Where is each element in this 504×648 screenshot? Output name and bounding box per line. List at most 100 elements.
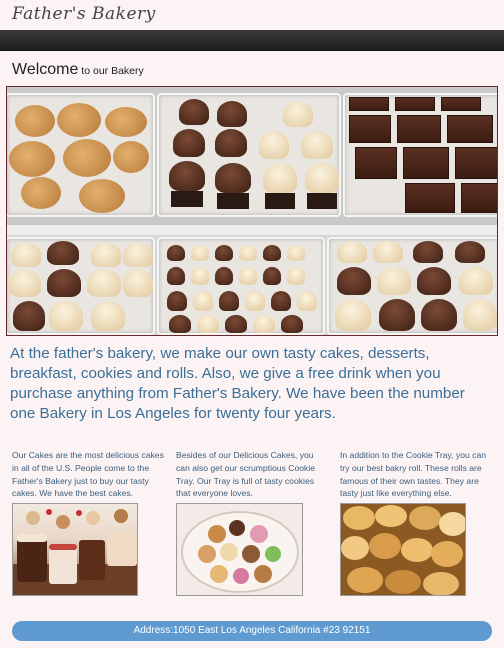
cookie-tray-description: Besides of our Delicious Cakes, you can … [176,450,316,499]
cookie [63,139,111,177]
bread-roll [431,541,463,567]
mini-cupcake-tray [157,237,325,335]
cookie [57,103,101,137]
bread-roll [369,533,401,559]
cupcake [179,99,209,125]
cookie [208,525,226,543]
cupcake [377,267,411,295]
brownie [461,183,497,213]
cupcake [283,101,313,127]
site-logo[interactable]: Father's Bakery [12,4,156,24]
bread-roll [375,505,407,527]
cupcake [91,243,121,267]
cupcake [239,245,257,261]
page-title: Welcome to our Bakery [12,61,144,79]
cupcake [91,301,125,331]
cookie [105,107,147,137]
cake [107,532,137,566]
cookie [79,179,125,213]
cupcake [263,163,297,193]
cupcake [337,267,371,295]
cupcake [87,269,121,297]
cookie [9,141,55,177]
bread-roll [439,512,465,536]
cake [17,538,47,582]
cupcake [167,267,185,285]
brownie [397,115,441,143]
cakes-illustration [13,509,137,595]
cookie [210,565,228,583]
cupcake-top [56,515,70,529]
cupcake [49,301,83,331]
cupcake [253,315,275,333]
cupcake [13,301,45,331]
cupcake [459,267,493,295]
cookie [242,545,260,563]
cake-topping [49,544,77,550]
brownie [395,97,435,111]
rolls-image [340,503,466,596]
brownie [355,147,397,179]
cupcake [297,291,317,311]
header: Father's Bakery [0,0,504,30]
bread-roll [409,506,441,530]
cake [49,546,77,584]
cupcake [263,245,281,261]
navigation-bar [0,30,504,51]
cupcake-liner [307,193,337,209]
cupcake [11,243,41,267]
cookie-tray [7,93,155,217]
cookie-tray-image [176,503,303,596]
cookie [15,105,55,137]
brownie [349,97,389,111]
cupcake [421,299,457,331]
cupcake [455,241,485,263]
cake [79,540,105,580]
cupcake-top [26,511,40,525]
cupcake [413,241,443,263]
cupcake [287,267,305,285]
cupcake [215,163,251,193]
welcome-title: Welcome [12,61,79,78]
cupcake [239,267,257,285]
cupcake-top [86,511,100,525]
cookie [254,565,272,583]
cupcake [225,315,247,333]
cookie [229,520,245,536]
brownie [447,115,493,143]
cupcake [287,245,305,261]
welcome-subtitle: to our Bakery [78,65,144,77]
cupcake [173,129,205,157]
address-bar: Address:1050 East Los Angeles California… [12,621,492,641]
cupcake [215,267,233,285]
cookie [265,546,281,562]
cupcake [417,267,451,295]
cupcake [215,245,233,261]
cupcake [47,241,79,265]
cupcake [215,129,247,157]
cupcake [123,269,153,297]
cupcake [259,131,289,159]
cupcake-tray-top [157,93,341,217]
cupcake [193,291,213,311]
cupcake [305,163,339,193]
cookie-tray-illustration [181,511,299,593]
brownie [455,147,497,179]
bread-roll [401,538,433,562]
cupcake [169,315,191,333]
bread-roll [347,567,383,593]
cupcake [219,291,239,311]
cupcake [169,161,205,191]
cookie [233,568,249,584]
rolls-illustration [341,504,465,595]
brownie [441,97,481,111]
brownie-tray [343,93,497,217]
cupcake [337,241,367,263]
cupcake [463,299,497,331]
cupcake [123,243,153,267]
cupcake [263,267,281,285]
cupcake-tray-left [7,237,155,335]
bread-roll [385,570,421,594]
intro-paragraph: At the father's bakery, we make our own … [10,345,465,422]
hero-image [6,86,498,336]
